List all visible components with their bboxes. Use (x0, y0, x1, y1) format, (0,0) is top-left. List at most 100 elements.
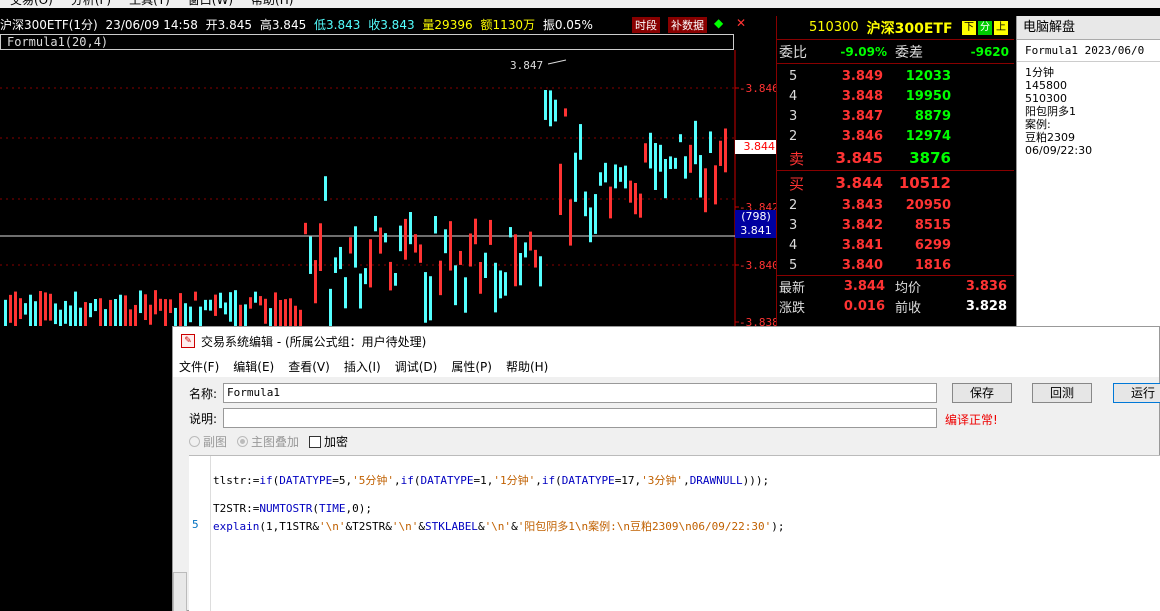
name-input[interactable]: Formula1 (223, 383, 937, 403)
sell1-price: 3.845 (835, 149, 883, 167)
formula-editor-window: ✎ 交易系统编辑 - (所属公式组：用户待处理) 文件(F) 编辑(E) 查看(… (172, 326, 1160, 611)
menu-help[interactable]: 帮助(H) (251, 0, 293, 8)
candle (634, 183, 637, 215)
panel-line: 阳包阴多1 (1025, 105, 1076, 118)
time-segment-button[interactable]: 时段 (632, 17, 660, 33)
candle (654, 143, 657, 190)
chart-datetime: 23/06/09 14:58 (105, 18, 198, 32)
sell-level-row: 5 3.849 12033 (777, 66, 1014, 86)
candle (254, 291, 257, 303)
crosshair-vol: (798) (741, 210, 771, 223)
candle (174, 307, 177, 326)
menu-trade[interactable]: 交易(O) (10, 0, 53, 8)
level-label: 2 (789, 197, 798, 213)
radio-subchart[interactable]: 副图 (189, 433, 227, 450)
menu-edit[interactable]: 编辑(E) (233, 358, 274, 375)
ratio-value: -9.09% (840, 44, 887, 59)
candle (39, 291, 42, 326)
level-vol: 8879 (914, 108, 951, 124)
radio-main-overlay-label: 主图叠加 (251, 435, 300, 449)
down-arrow-icon[interactable]: 下 (962, 20, 976, 35)
split-icon[interactable]: 分 (978, 20, 992, 35)
analysis-panel: 电脑解盘 Formula1 2023/06/0 1分钟 145800 51030… (1016, 16, 1160, 326)
candle (34, 301, 37, 326)
quote-panel: 510300 沪深300ETF 下 分 上 委比 -9.09% 委差 -9620… (776, 16, 1014, 326)
menu-analysis[interactable]: 分析(F) (71, 0, 111, 8)
supplement-data-button[interactable]: 补数据 (668, 17, 707, 33)
candle (274, 292, 277, 326)
candle (334, 257, 337, 273)
level-price: 3.847 (841, 108, 883, 124)
candle (304, 222, 307, 235)
candle (534, 249, 537, 268)
radio-circle-icon (189, 436, 200, 447)
level-price: 3.846 (841, 128, 883, 144)
candle (249, 297, 252, 309)
sell1-label: 卖 (789, 149, 805, 168)
candle (669, 156, 672, 170)
candle (404, 218, 407, 260)
candle (489, 219, 492, 245)
candle (394, 273, 397, 286)
encrypt-checkbox[interactable]: 加密 (309, 433, 348, 450)
panel-line: 06/09/22:30 (1025, 144, 1093, 157)
code-editor[interactable]: 5 tlstr:=if(DATATYPE=5,'5分钟',if(DATATYPE… (189, 455, 1160, 611)
menu-window[interactable]: 窗口(W) (188, 0, 233, 8)
save-button[interactable]: 保存 (952, 383, 1012, 403)
panel-content: 1分钟 145800 510300 阳包阴多1 案例: 豆粕2309 06/09… (1017, 62, 1160, 157)
candle (239, 304, 242, 326)
candle (129, 309, 132, 326)
code-line-3: T2STR:=NUMTOSTR(TIME,0); (213, 502, 372, 515)
last-price-row: 最新 3.844 均价 3.836 (777, 276, 1014, 296)
candle (554, 99, 557, 122)
candle (444, 229, 447, 254)
buy-level-row: 4 3.841 6299 (777, 235, 1014, 255)
desc-input[interactable] (223, 408, 937, 428)
buy-level-row: 2 3.843 20950 (777, 195, 1014, 215)
radio-main-overlay[interactable]: 主图叠加 (237, 433, 299, 450)
level-vol: 19950 (905, 88, 951, 104)
candle (474, 218, 477, 245)
chart-high: 高3.845 (259, 18, 307, 32)
candle (564, 108, 567, 117)
candle (614, 164, 617, 189)
menu-help-editor[interactable]: 帮助(H) (506, 358, 548, 375)
candle (384, 233, 387, 243)
formula-label[interactable]: Formula1(20,4) (0, 34, 734, 50)
candle (4, 299, 7, 326)
line-gutter: 5 (189, 456, 211, 611)
candle (89, 303, 92, 318)
level-label: 3 (789, 217, 798, 233)
menu-properties[interactable]: 属性(P) (451, 358, 492, 375)
candle (264, 298, 267, 324)
candle (424, 272, 427, 323)
run-button[interactable]: 运行 (1113, 383, 1160, 403)
chart-amplitude: 振0.05% (542, 18, 593, 32)
menu-tools[interactable]: 工具(T) (129, 0, 170, 8)
menu-insert[interactable]: 插入(I) (344, 358, 381, 375)
buy-book: 买 3.844 10512 2 3.843 20950 3 3.842 8515 4 3.84… (777, 171, 1014, 276)
checkbox-icon (309, 435, 322, 448)
refresh-icon[interactable]: ◆ (714, 16, 723, 30)
menu-file[interactable]: 文件(F) (179, 358, 219, 375)
candle (569, 199, 572, 246)
chg-value: 0.016 (843, 298, 885, 314)
panel-formula-row[interactable]: Formula1 2023/06/0 (1017, 40, 1160, 62)
menu-view[interactable]: 查看(V) (288, 358, 330, 375)
candle (479, 262, 482, 294)
candle (574, 152, 577, 202)
panel-line: 豆粕2309 (1025, 131, 1075, 144)
candle (204, 299, 207, 311)
menu-debug[interactable]: 调试(D) (395, 358, 438, 375)
candle (434, 216, 437, 234)
backtest-button[interactable]: 回测 (1032, 383, 1092, 403)
vertical-scrollbar[interactable] (173, 572, 187, 611)
candle (54, 303, 57, 325)
candle (409, 212, 412, 245)
up-arrow-icon[interactable]: 上 (994, 20, 1008, 35)
candle (209, 299, 212, 311)
close-chart-icon[interactable]: ✕ (736, 16, 746, 30)
panel-line: 145800 (1025, 79, 1067, 92)
chg-label: 涨跌 (779, 300, 806, 316)
buy1-price: 3.844 (835, 174, 883, 192)
